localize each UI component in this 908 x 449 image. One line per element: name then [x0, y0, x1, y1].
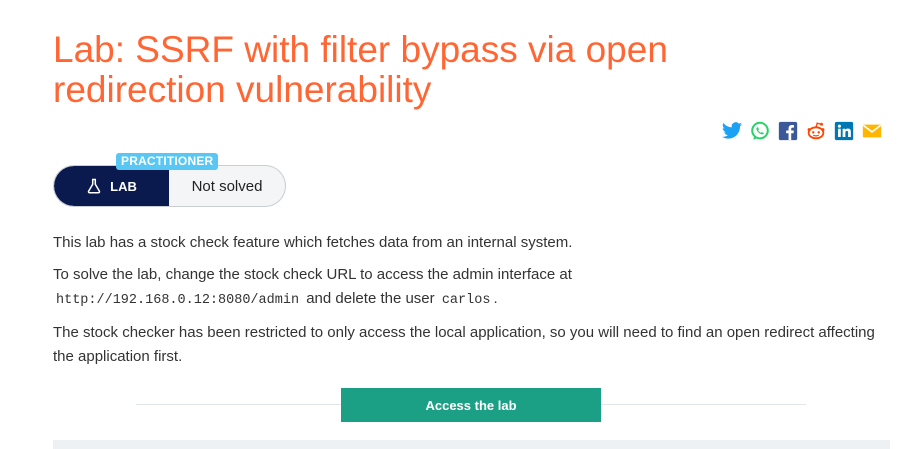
difficulty-badge: PRACTITIONER	[116, 153, 219, 170]
page-title: Lab: SSRF with filter bypass via open re…	[53, 29, 668, 110]
facebook-icon[interactable]	[777, 120, 799, 142]
reddit-icon[interactable]	[805, 120, 827, 142]
description-paragraph-1: This lab has a stock check feature which…	[53, 234, 573, 251]
description-text: .	[493, 290, 498, 307]
lab-label-text: LAB	[110, 178, 137, 194]
solved-status: Not solved	[191, 177, 263, 195]
share-icons	[721, 120, 883, 144]
content-panel-edge	[53, 440, 890, 449]
admin-url-code: http://192.168.0.12:8080/admin	[56, 293, 300, 308]
email-icon[interactable]	[861, 120, 883, 142]
flask-icon	[87, 178, 101, 194]
twitter-icon[interactable]	[721, 120, 743, 142]
description-paragraph-2: To solve the lab, change the stock check…	[53, 263, 893, 313]
description-text: To solve the lab, change the stock check…	[53, 266, 572, 283]
description-paragraph-3: The stock checker has been restricted to…	[53, 324, 875, 365]
access-lab-button[interactable]: Access the lab	[341, 388, 601, 422]
linkedin-icon[interactable]	[833, 120, 855, 142]
lab-status-pill: LAB Not solved	[53, 165, 286, 207]
lab-label: LAB	[54, 166, 169, 206]
description-text: and delete the user	[306, 290, 435, 307]
whatsapp-icon[interactable]	[749, 120, 771, 142]
username-code: carlos	[441, 293, 491, 308]
